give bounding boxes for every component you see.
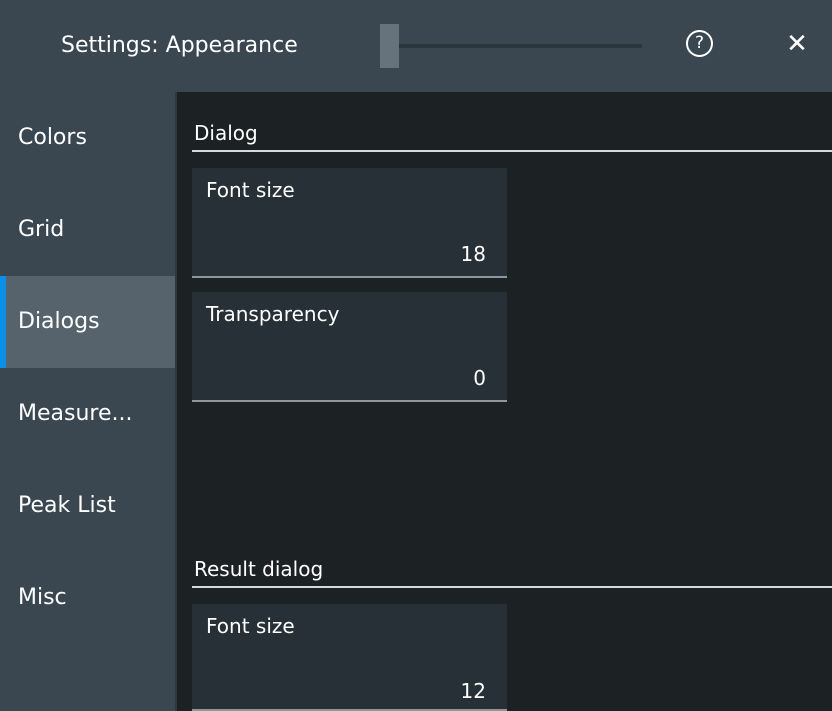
field-value: 0 <box>473 366 486 390</box>
result-dialog-font-size-field[interactable]: Font size 12 <box>192 604 507 711</box>
sidebar-item-measure[interactable]: Measure... <box>0 368 175 460</box>
sidebar-item-peak-list[interactable]: Peak List <box>0 460 175 552</box>
sidebar-item-misc[interactable]: Misc <box>0 552 175 644</box>
field-label: Font size <box>206 178 295 202</box>
settings-appearance-dialog: Settings: Appearance ? ✕ Colors Grid Dia… <box>0 0 832 711</box>
sidebar-item-label: Dialogs <box>18 309 100 334</box>
help-icon[interactable]: ? <box>686 30 713 57</box>
field-label: Font size <box>206 614 295 638</box>
sidebar-item-grid[interactable]: Grid <box>0 184 175 276</box>
sidebar-item-label: Peak List <box>18 493 116 518</box>
sidebar-item-label: Measure... <box>18 401 133 426</box>
slider-thumb[interactable] <box>380 24 399 68</box>
dialog-font-size-field[interactable]: Font size 18 <box>192 168 507 278</box>
section-title: Dialog <box>194 121 258 145</box>
slider-track[interactable] <box>380 44 642 48</box>
sidebar: Colors Grid Dialogs Measure... Peak List… <box>0 92 175 711</box>
sidebar-divider <box>175 92 177 711</box>
dialog-title: Settings: Appearance <box>61 33 298 58</box>
field-value: 12 <box>460 679 486 703</box>
sidebar-item-dialogs[interactable]: Dialogs <box>0 276 175 368</box>
field-label: Transparency <box>206 302 340 326</box>
close-icon[interactable]: ✕ <box>780 26 814 62</box>
sidebar-item-label: Grid <box>18 217 65 242</box>
dialog-transparency-field[interactable]: Transparency 0 <box>192 292 507 402</box>
field-value: 18 <box>460 242 486 266</box>
section-heading-result-dialog: Result dialog <box>192 554 832 588</box>
title-bar: Settings: Appearance ? ✕ <box>0 0 832 92</box>
dialog-opacity-slider[interactable] <box>380 24 642 68</box>
sidebar-item-label: Misc <box>18 585 67 610</box>
section-heading-dialog: Dialog <box>192 118 832 152</box>
section-title: Result dialog <box>194 557 324 581</box>
sidebar-item-colors[interactable]: Colors <box>0 92 175 184</box>
active-indicator <box>0 276 6 368</box>
sidebar-item-label: Colors <box>18 125 87 150</box>
